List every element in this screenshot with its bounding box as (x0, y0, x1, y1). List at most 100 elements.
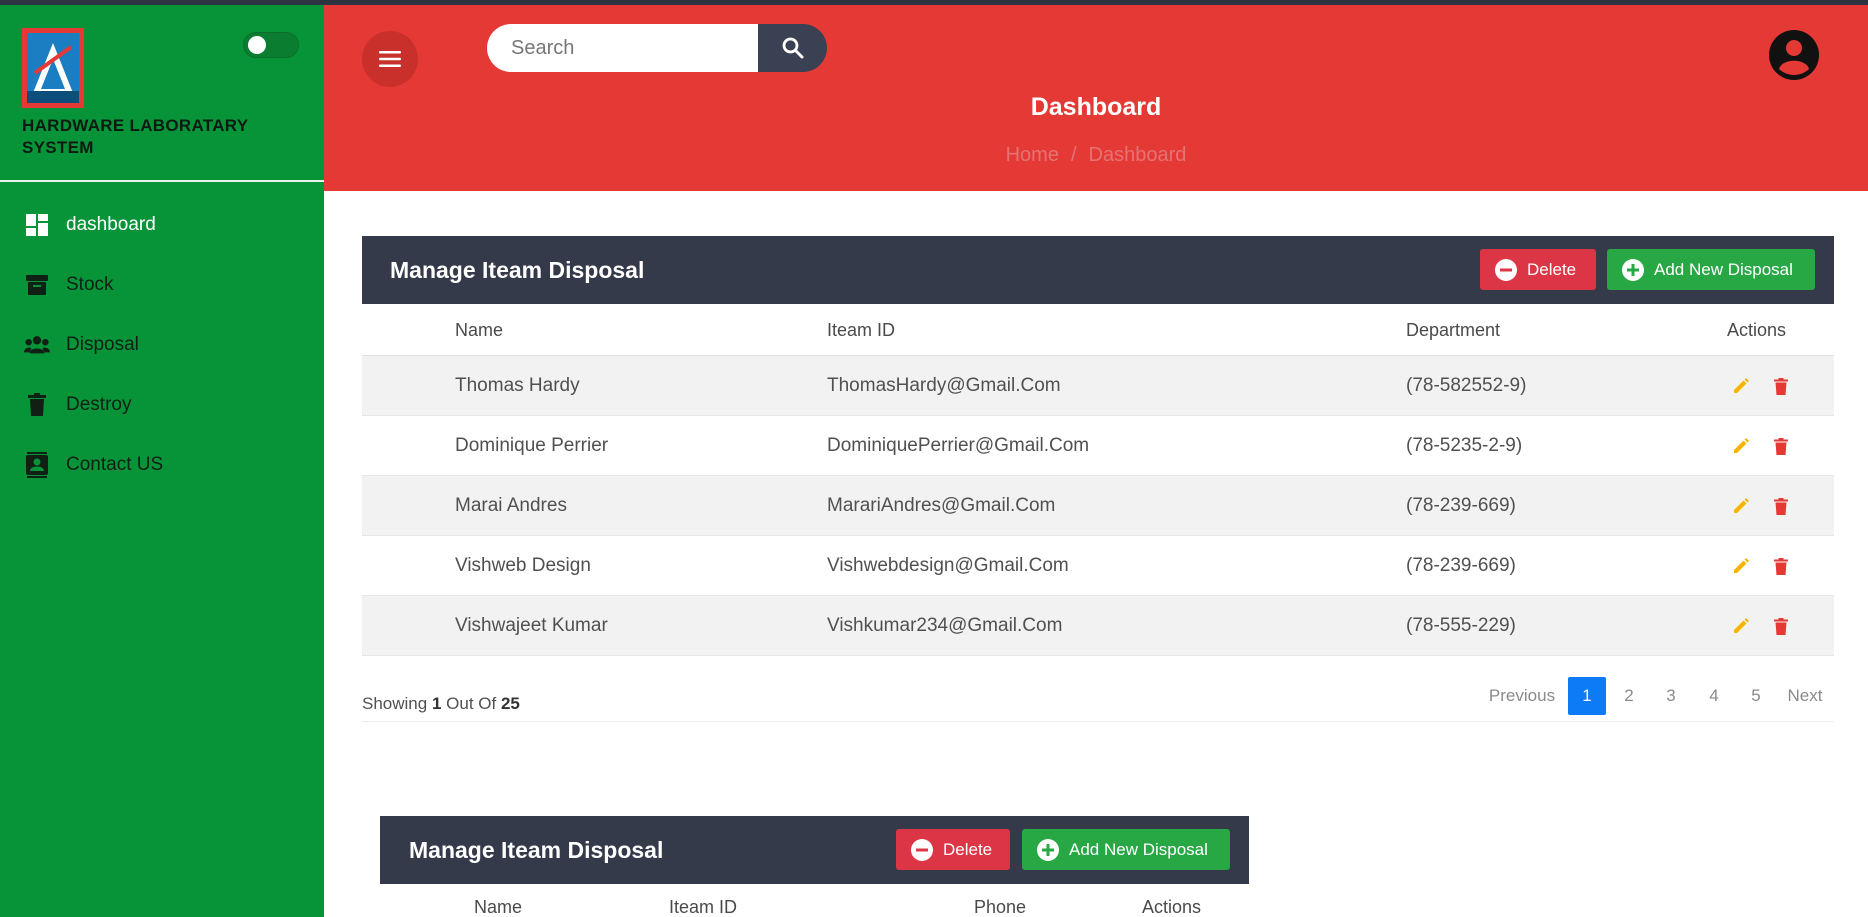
pager-divider (362, 721, 1834, 722)
cell-department: (78-239-669) (1406, 495, 1516, 516)
column-header-name: Name (474, 897, 523, 917)
dashboard-icon (24, 212, 50, 238)
sidebar-nav: dashboard Stock Disposal Destroy Contact… (0, 195, 324, 495)
table-row: Thomas Hardy ThomasHardy@Gmail.Com (78-5… (362, 356, 1834, 416)
column-header-iteam-id: Iteam ID (669, 897, 738, 917)
sidebar-item-label: dashboard (66, 214, 156, 235)
trash-icon[interactable] (1771, 436, 1791, 456)
contact-card-icon (24, 452, 50, 478)
users-icon (24, 332, 50, 358)
breadcrumb: Home / Dashboard (324, 144, 1868, 167)
column-header-actions: Actions (1142, 897, 1202, 917)
sidebar-item-contact[interactable]: Contact US (0, 435, 324, 495)
breadcrumb-separator: / (1070, 144, 1077, 166)
pagination-page-4[interactable]: 4 (1695, 677, 1733, 715)
delete-button-label: Delete (943, 839, 993, 859)
pagination-page-5[interactable]: 5 (1737, 677, 1775, 715)
theme-toggle[interactable] (243, 32, 299, 58)
delete-button-label: Delete (1527, 259, 1577, 279)
showing-middle: Out Of (446, 694, 497, 713)
column-header-iteam-id: Iteam ID (827, 320, 896, 340)
column-header-name: Name (455, 320, 504, 340)
sidebar-item-destroy[interactable]: Destroy (0, 375, 324, 435)
column-header-actions: Actions (1727, 320, 1787, 340)
cell-department: (78-582552-9) (1406, 375, 1527, 396)
sidebar-divider (0, 180, 324, 182)
hamburger-icon (379, 51, 401, 67)
breadcrumb-home[interactable]: Home (1006, 144, 1059, 166)
showing-total: 25 (500, 694, 520, 713)
pagination-page-1[interactable]: 1 (1568, 677, 1606, 715)
search-input[interactable] (487, 24, 765, 72)
add-disposal-button[interactable]: Add New Disposal (1022, 829, 1230, 870)
search-icon (782, 37, 803, 59)
cell-department: (78-239-669) (1406, 555, 1516, 576)
column-header-department: Department (1406, 320, 1501, 340)
panel-title: Manage Iteam Disposal (409, 836, 664, 863)
trash-icon[interactable] (1771, 556, 1791, 576)
user-circle-icon (1769, 30, 1819, 80)
page-title: Dashboard (1030, 93, 1162, 121)
table-row: Marai Andres MarariAndres@Gmail.Com (78-… (362, 476, 1834, 536)
trash-icon[interactable] (1771, 496, 1791, 516)
cell-name: Thomas Hardy (455, 375, 580, 396)
menu-button[interactable] (362, 31, 418, 87)
cell-iteam-id: Vishkumar234@Gmail.Com (827, 615, 1063, 636)
table-header: Name Iteam ID Department Actions (362, 304, 1834, 356)
cell-department: (78-5235-2-9) (1406, 435, 1523, 456)
top-border (0, 0, 1868, 5)
edit-icon[interactable] (1731, 436, 1751, 456)
add-disposal-button[interactable]: Add New Disposal (1607, 249, 1815, 290)
trash-icon (24, 392, 50, 418)
cell-name: Vishwajeet Kumar (455, 615, 608, 636)
sidebar-item-stock[interactable]: Stock (0, 255, 324, 315)
pagination-page-2[interactable]: 2 (1610, 677, 1648, 715)
table-row: Vishwajeet Kumar Vishkumar234@Gmail.Com … (362, 596, 1834, 656)
showing-entries: Showing 1 Out Of 25 (362, 694, 520, 714)
minus-circle-icon (911, 838, 933, 861)
sidebar-item-dashboard[interactable]: dashboard (0, 195, 324, 255)
cell-iteam-id: MarariAndres@Gmail.Com (827, 495, 1056, 516)
column-header-phone: Phone (974, 897, 1027, 917)
pagination-previous[interactable]: Previous (1480, 677, 1564, 715)
add-button-label: Add New Disposal (1069, 839, 1208, 859)
disposal-table: Name Iteam ID Department Actions Thomas … (362, 304, 1834, 656)
cell-name: Dominique Perrier (455, 435, 609, 456)
cell-name: Marai Andres (455, 495, 567, 516)
add-button-label: Add New Disposal (1654, 259, 1793, 279)
header: Dashboard Home / Dashboard (324, 5, 1868, 191)
edit-icon[interactable] (1731, 616, 1751, 636)
trash-icon[interactable] (1771, 616, 1791, 636)
edit-icon[interactable] (1731, 376, 1751, 396)
panel-title: Manage Iteam Disposal (390, 256, 645, 283)
sidebar-item-label: Contact US (66, 454, 164, 475)
delete-button[interactable]: Delete (896, 829, 1010, 870)
pagination-page-3[interactable]: 3 (1652, 677, 1690, 715)
cell-name: Vishweb Design (455, 555, 591, 576)
user-avatar[interactable] (1768, 29, 1820, 81)
plus-circle-icon (1037, 838, 1059, 861)
sidebar: HARDWARE LABORATARY SYSTEM dashboard Sto… (0, 5, 324, 917)
sidebar-item-disposal[interactable]: Disposal (0, 315, 324, 375)
trash-icon[interactable] (1771, 376, 1791, 396)
sidebar-item-label: Stock (66, 274, 114, 295)
edit-icon[interactable] (1731, 556, 1751, 576)
app-title: HARDWARE LABORATARY SYSTEM (22, 116, 249, 157)
delete-button[interactable]: Delete (1480, 249, 1596, 290)
logo (22, 28, 84, 108)
archive-icon (24, 272, 50, 298)
cell-department: (78-555-229) (1406, 615, 1516, 636)
cell-iteam-id: DominiquePerrier@Gmail.Com (827, 435, 1090, 456)
search-button[interactable] (758, 24, 827, 72)
table-row: Dominique Perrier DominiquePerrier@Gmail… (362, 416, 1834, 476)
showing-current: 1 (431, 694, 442, 713)
showing-prefix: Showing (362, 694, 428, 713)
sidebar-item-label: Destroy (66, 394, 132, 415)
cell-iteam-id: Vishwebdesign@Gmail.Com (827, 555, 1069, 576)
sidebar-item-label: Disposal (66, 334, 139, 355)
plus-circle-icon (1622, 258, 1644, 281)
breadcrumb-current: Dashboard (1088, 144, 1187, 166)
edit-icon[interactable] (1731, 496, 1751, 516)
pagination-next[interactable]: Next (1780, 677, 1830, 715)
table-row: Vishweb Design Vishwebdesign@Gmail.Com (… (362, 536, 1834, 596)
